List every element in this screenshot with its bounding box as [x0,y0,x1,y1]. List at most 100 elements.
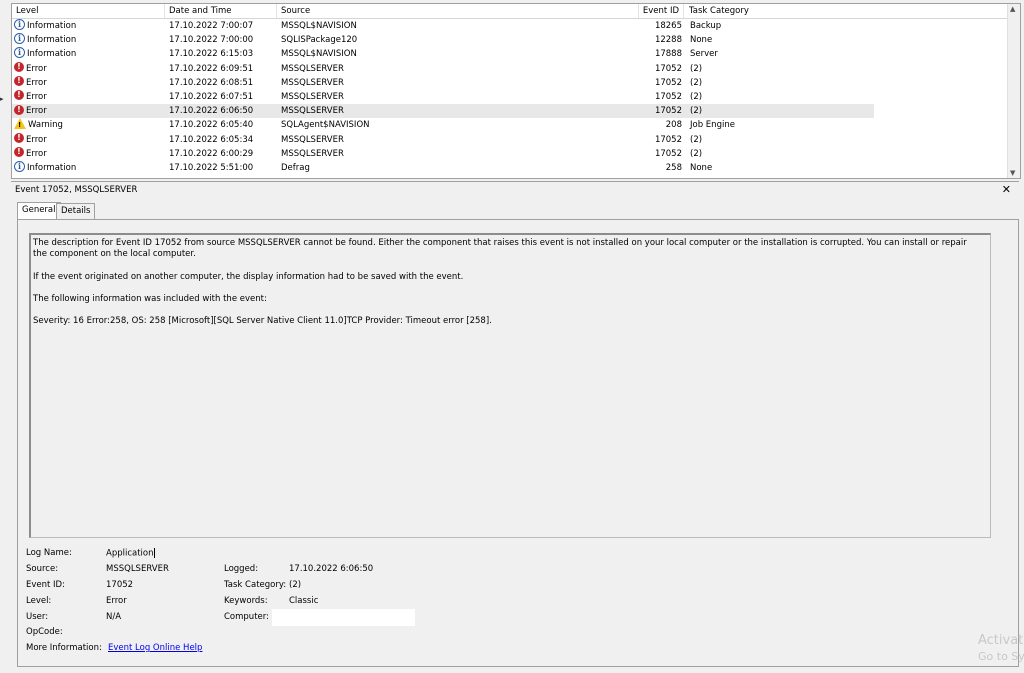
event-description-box[interactable]: The description for Event ID 17052 from … [29,233,991,538]
event-row[interactable]: ! Error 17.10.2022 6:06:50 MSSQLSERVER 17052… [12,104,874,119]
event-task-cell: (2) [690,134,703,145]
event-level-text: Information [27,35,77,46]
error-icon: ! [14,104,24,115]
event-level-cell: i Information [14,19,76,33]
event-date-cell: 17.10.2022 6:05:34 [169,134,254,145]
log-name-value[interactable]: Application [106,548,155,559]
log-name-text: Application [106,548,154,559]
event-id-label: Event ID: [26,580,65,590]
event-level-text: Error [26,106,47,117]
error-icon: ! [14,62,24,73]
event-source-cell: MSSQLSERVER [281,91,344,102]
event-task-cell: (2) [690,91,703,102]
event-level-cell: ! Error [14,90,47,104]
event-row[interactable]: ! Error 17.10.2022 6:09:51 MSSQLSERVER 17052… [12,62,1020,76]
event-level-cell: ! Error [14,104,47,118]
column-header-task-category[interactable]: Task Category [685,4,989,18]
level-value[interactable]: Error [106,596,127,606]
event-id-cell: 17052 [654,91,682,102]
event-row[interactable]: i Information 17.10.2022 7:00:00 SQLISPacka… [12,33,1020,47]
event-id-cell: 17052 [654,63,682,74]
level-label: Level: [26,596,52,606]
scroll-down-icon[interactable]: ▼ [1010,169,1015,177]
event-row[interactable]: ! Error 17.10.2022 6:08:51 MSSQLSERVER 17052… [12,76,1020,90]
watermark-line: Activat [978,633,1024,648]
event-source-cell: SQLISPackage120 [281,35,358,46]
event-date-cell: 17.10.2022 6:08:51 [169,77,254,88]
event-level-text: Error [26,148,47,159]
event-level-cell: i Information [14,33,76,47]
event-list-scrollbar[interactable]: ▲ ▼ [1007,4,1020,178]
event-source-cell: MSSQL$NAVISION [281,49,357,60]
scroll-up-icon[interactable]: ▲ [1010,5,1015,13]
event-row[interactable]: i Information 17.10.2022 6:15:03 MSSQL$NAVI… [12,47,1020,61]
event-source-cell: MSSQLSERVER [281,63,344,74]
event-row[interactable]: ! Error 17.10.2022 6:07:51 MSSQLSERVER 17052… [12,90,1020,104]
event-level-cell: ! Error [14,76,47,90]
event-level-text: Information [27,49,77,60]
event-task-cell: (2) [690,77,703,88]
event-task-cell: (2) [690,106,703,117]
event-level-text: Error [26,91,47,102]
window-edge-mark: ▸ [0,95,4,103]
column-header-date-time[interactable]: Date and Time [165,4,277,18]
event-date-cell: 17.10.2022 7:00:07 [169,21,254,31]
task-category-label: Task Category: [224,580,287,590]
logged-value[interactable]: 17.10.2022 6:06:50 [289,564,373,574]
event-list[interactable]: Level Date and Time Source Event ID Task… [11,3,1021,179]
info-icon: i [14,160,25,172]
event-source-cell: MSSQLSERVER [281,106,344,117]
general-tab-page: The description for Event ID 17052 from … [17,219,1019,667]
event-date-cell: 17.10.2022 6:09:51 [169,63,254,74]
event-id-cell: 17052 [654,77,682,88]
event-source-cell: MSSQLSERVER [281,77,344,88]
event-list-header: Level Date and Time Source Event ID Task… [12,4,1020,19]
source-label: Source: [26,564,59,574]
event-level-text: Error [26,63,47,74]
event-log-online-help-link[interactable]: Event Log Online Help [108,643,202,653]
event-level-text: Information [27,162,77,173]
tab-details[interactable]: Details [56,203,96,219]
description-paragraph: If the event originated on another compu… [33,271,464,282]
computer-value[interactable] [272,609,415,626]
event-date-cell: 17.10.2022 6:05:40 [169,120,254,131]
column-header-event-id[interactable]: Event ID [639,4,684,18]
event-task-cell: Job Engine [690,120,735,131]
event-level-text: Information [27,21,77,31]
info-icon: i [14,47,25,59]
task-category-value[interactable]: (2) [289,580,301,590]
description-paragraph: Severity: 16 Error:258, OS: 258 [Microso… [33,316,492,327]
keywords-value[interactable]: Classic [289,596,318,606]
event-date-cell: 17.10.2022 6:15:03 [169,49,254,60]
event-id-cell: 258 [665,162,682,173]
info-icon: i [14,33,25,45]
more-information-label: More Information: [26,643,102,653]
event-row[interactable]: i Information 17.10.2022 5:51:00 Defrag 258 N… [12,160,1020,175]
event-row[interactable]: i Information 17.10.2022 7:00:07 MSSQL$NAVI… [12,19,1020,33]
warning-icon: ! [14,118,26,130]
event-id-cell: 17052 [654,148,682,159]
keywords-label: Keywords: [224,596,268,606]
source-value[interactable]: MSSQLSERVER [106,564,169,574]
description-paragraph: The following information was included w… [33,293,267,304]
column-header-source[interactable]: Source [277,4,639,18]
event-date-cell: 17.10.2022 5:51:00 [169,162,254,173]
event-task-cell: (2) [690,148,703,159]
column-header-level[interactable]: Level [12,4,165,18]
event-id-value[interactable]: 17052 [106,580,133,590]
tab-general[interactable]: General [17,202,61,220]
event-row[interactable]: ! Error 17.10.2022 6:05:34 MSSQLSERVER 17052… [12,133,1020,147]
error-icon: ! [14,76,24,87]
event-id-cell: 18265 [654,21,682,31]
event-detail-title: Event 17052, MSSQLSERVER [15,185,138,195]
event-row[interactable]: ! Error 17.10.2022 6:00:29 MSSQLSERVER 17052… [12,147,1020,161]
close-icon[interactable]: ✕ [1002,182,1011,198]
event-row[interactable]: ! Warning 17.10.2022 6:05:40 SQLAgent$NAVIS… [12,118,1020,132]
event-id-cell: 17052 [654,106,682,117]
event-level-cell: ! Warning [14,118,63,132]
user-value[interactable]: N/A [106,612,121,622]
error-icon: ! [14,147,24,158]
description-paragraph: The description for Event ID 17052 from … [33,238,967,260]
opcode-label: OpCode: [26,627,63,637]
event-source-cell: MSSQL$NAVISION [281,21,357,31]
